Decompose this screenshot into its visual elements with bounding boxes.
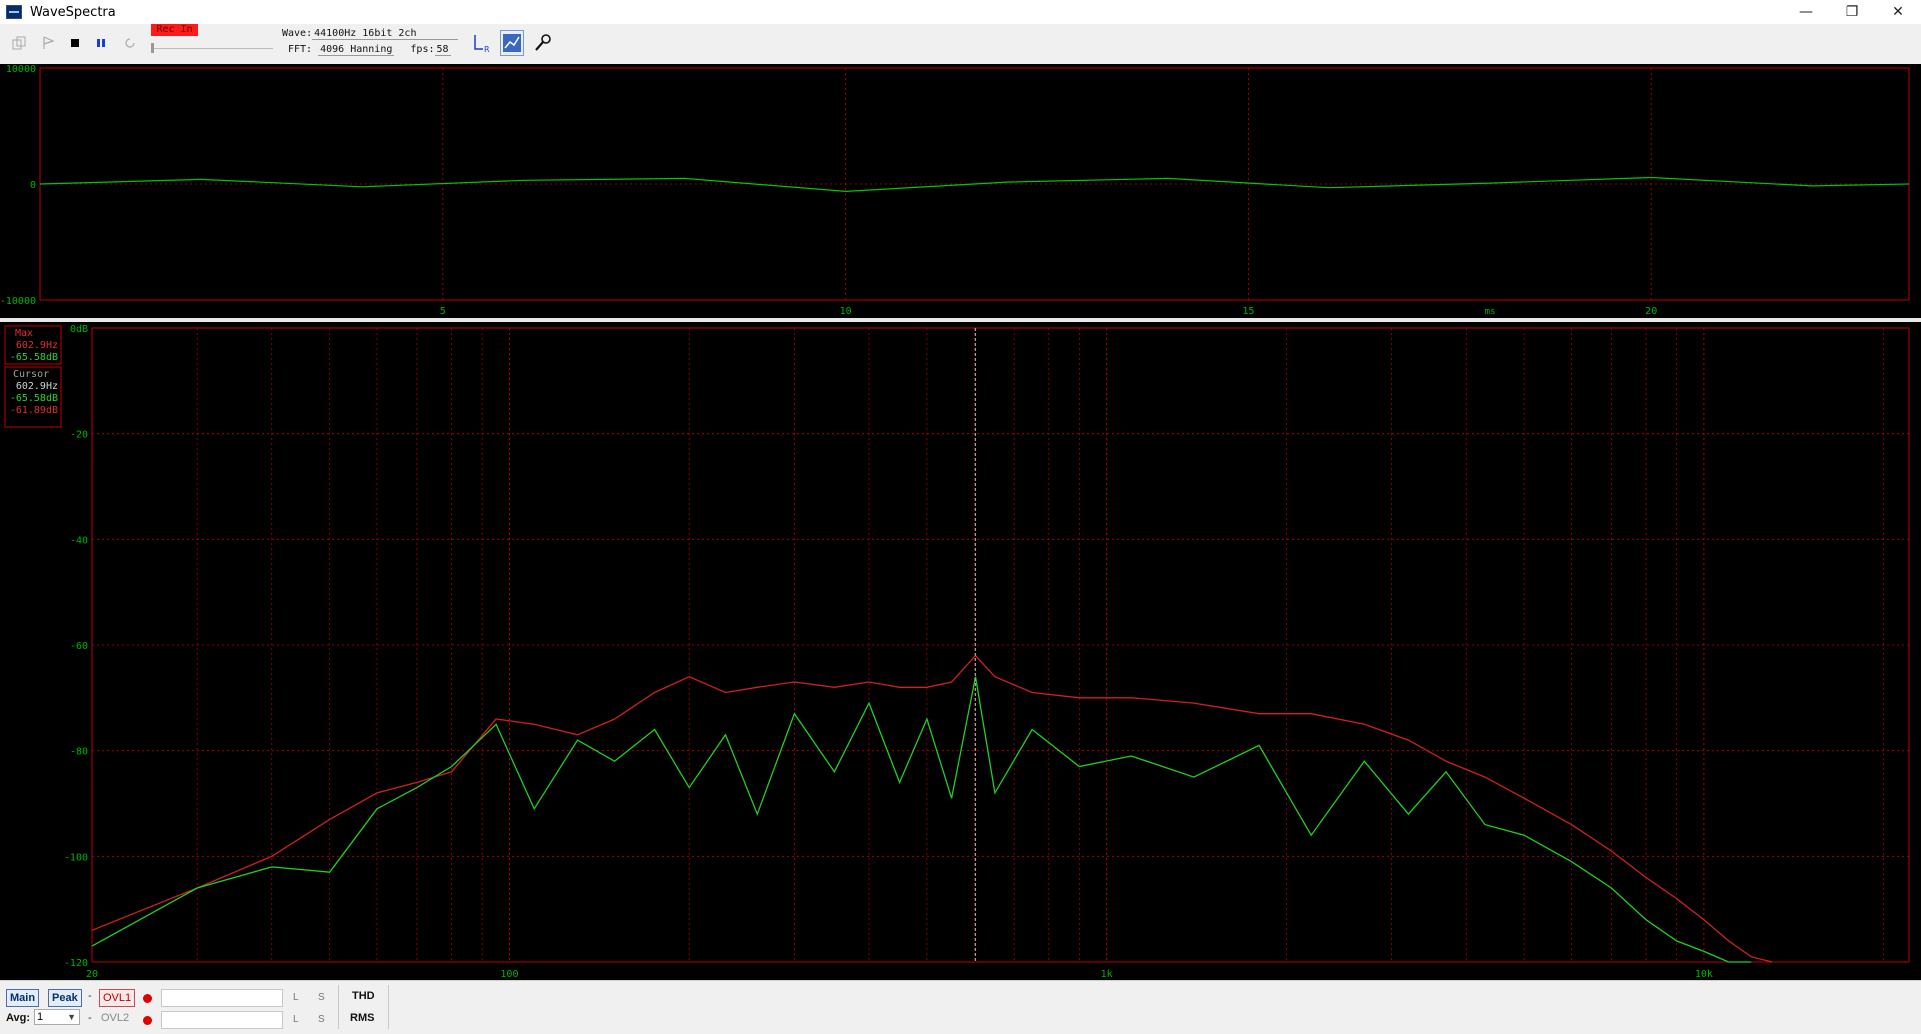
- stop-icon[interactable]: [64, 32, 86, 54]
- wave-y-tick-label: -10000: [0, 296, 36, 307]
- rms-button[interactable]: RMS: [350, 1012, 374, 1024]
- chevron-down-icon: ▼: [67, 1012, 76, 1022]
- ovl1-record-dot[interactable]: [143, 994, 152, 1003]
- avg-label: Avg:: [6, 1012, 31, 1024]
- spec-y-tick-label: -80: [70, 747, 88, 758]
- spectrum-x-labels: 20 100 1k 10k: [86, 969, 1713, 980]
- separator-dash-2: -: [88, 1012, 92, 1024]
- ovl2-record-dot[interactable]: [143, 1016, 152, 1025]
- peak-button[interactable]: Peak: [48, 989, 82, 1007]
- window-controls: — ❐ ✕: [1783, 0, 1921, 24]
- ovl2-l-toggle[interactable]: L: [293, 1014, 299, 1025]
- title-bar: WaveSpectra — ❐ ✕: [0, 0, 1921, 24]
- toolbar: Wave: 44100Hz 16bit 2ch FFT: 4096 Hanning…: [0, 24, 1921, 65]
- wave-info: Wave: 44100Hz 16bit 2ch: [282, 28, 459, 40]
- ovl1-button[interactable]: OVL1: [99, 989, 136, 1007]
- waveform-trace: [39, 176, 1910, 193]
- settings-wrench-icon[interactable]: [531, 30, 555, 56]
- cursor-freq: 602.9Hz: [16, 381, 58, 392]
- hz-scale-icon[interactable]: [500, 30, 524, 56]
- avg-value: 1: [37, 1011, 44, 1023]
- wave-label: Wave:: [282, 28, 313, 39]
- close-button[interactable]: ✕: [1875, 0, 1921, 24]
- restore-button[interactable]: ❐: [1829, 0, 1875, 24]
- spectrum-series: [91, 654, 1773, 963]
- spectrum-panel[interactable]: 0dB -20 -40 -60 -80 -100 -120 20 100 1k 10k Max 6…: [0, 322, 1921, 980]
- spec-y-tick-label: 0dB: [70, 324, 88, 335]
- slider-knob[interactable]: [151, 43, 154, 53]
- max-freq: 602.9Hz: [16, 340, 58, 351]
- waveform-x-labels: 5 10 15 20 ms: [440, 306, 1657, 317]
- rec-in-badge: Rec In: [151, 24, 198, 36]
- copy-icon[interactable]: [8, 32, 30, 54]
- spec-x-tick-label: 1k: [1101, 969, 1113, 980]
- max-label: Max: [15, 328, 33, 339]
- bottom-divider-2: [388, 985, 389, 1029]
- spec-x-tick-label: 100: [500, 969, 518, 980]
- minimize-button[interactable]: —: [1783, 0, 1829, 24]
- bottom-divider: [338, 985, 339, 1029]
- spec-y-tick-label: -100: [64, 852, 88, 863]
- ovl2-name-field[interactable]: [161, 1011, 283, 1029]
- fft-info: FFT: 4096 Hanning fps: 58: [288, 44, 451, 56]
- channel-lr-icon[interactable]: R: [471, 30, 495, 56]
- svg-text:R: R: [484, 45, 490, 54]
- ovl2-label: OVL2: [101, 1012, 130, 1024]
- current-spectrum-trace: [91, 676, 1752, 963]
- wave-x-unit: ms: [1485, 307, 1496, 317]
- spec-y-tick-label: -120: [64, 958, 88, 969]
- spec-x-tick-label: 10k: [1695, 969, 1713, 980]
- wave-x-tick-label: 5: [440, 306, 446, 317]
- spectrum-y-labels: 0dB -20 -40 -60 -80 -100 -120: [64, 324, 88, 969]
- spectrum-border: [91, 327, 1910, 963]
- play-icon[interactable]: [38, 32, 60, 54]
- separator-dash: -: [88, 990, 92, 1002]
- wave-y-tick-label: 0: [30, 180, 36, 191]
- max-db: -65.58dB: [10, 352, 58, 363]
- wave-y-tick-label: 10000: [6, 64, 36, 75]
- cursor-label: Cursor: [13, 369, 49, 380]
- wave-x-tick-label: 20: [1645, 306, 1657, 317]
- fps-value: 58: [434, 44, 451, 56]
- pause-icon[interactable]: [90, 32, 112, 54]
- main-button[interactable]: Main: [6, 989, 40, 1007]
- ovl1-l-toggle[interactable]: L: [293, 992, 299, 1003]
- spec-y-tick-label: -20: [70, 430, 88, 441]
- avg-select[interactable]: 1 ▼: [34, 1009, 80, 1025]
- waveform-plot[interactable]: 10000 0 -10000 5 10 15 20 ms: [0, 64, 1921, 318]
- spec-y-tick-label: -40: [70, 535, 88, 546]
- fft-value[interactable]: 4096 Hanning: [318, 44, 395, 56]
- rec-level-slider[interactable]: [151, 43, 273, 53]
- app-icon: [6, 5, 22, 19]
- wave-x-tick-label: 15: [1242, 306, 1254, 317]
- fft-label: FFT:: [288, 44, 313, 55]
- cursor-db-peak: -61.89dB: [10, 405, 58, 416]
- thd-button[interactable]: THD: [352, 990, 375, 1002]
- ovl1-name-field[interactable]: [161, 989, 283, 1007]
- spec-y-tick-label: -60: [70, 641, 88, 652]
- waveform-panel[interactable]: 10000 0 -10000 5 10 15 20 ms: [0, 64, 1921, 318]
- wave-x-tick-label: 10: [840, 306, 852, 317]
- spectrum-grid: [91, 327, 1909, 963]
- cursor-db-current: -65.58dB: [10, 393, 58, 404]
- ovl2-s-toggle[interactable]: S: [318, 1014, 325, 1025]
- spectrum-plot[interactable]: 0dB -20 -40 -60 -80 -100 -120 20 100 1k 10k Max 6…: [0, 322, 1921, 980]
- spec-x-tick-label: 20: [86, 969, 98, 980]
- waveform-y-labels: 10000 0 -10000: [0, 64, 36, 307]
- bottom-control-bar: Main Peak - OVL1 L S Avg: - OVL2 L S THD…: [0, 980, 1921, 1034]
- loop-icon[interactable]: [119, 32, 141, 54]
- peak-hold-trace: [91, 654, 1773, 963]
- window-title: WaveSpectra: [30, 4, 116, 20]
- ovl1-s-toggle[interactable]: S: [318, 992, 325, 1003]
- wave-value: 44100Hz 16bit 2ch: [312, 28, 459, 40]
- fps-label: fps:: [410, 44, 435, 55]
